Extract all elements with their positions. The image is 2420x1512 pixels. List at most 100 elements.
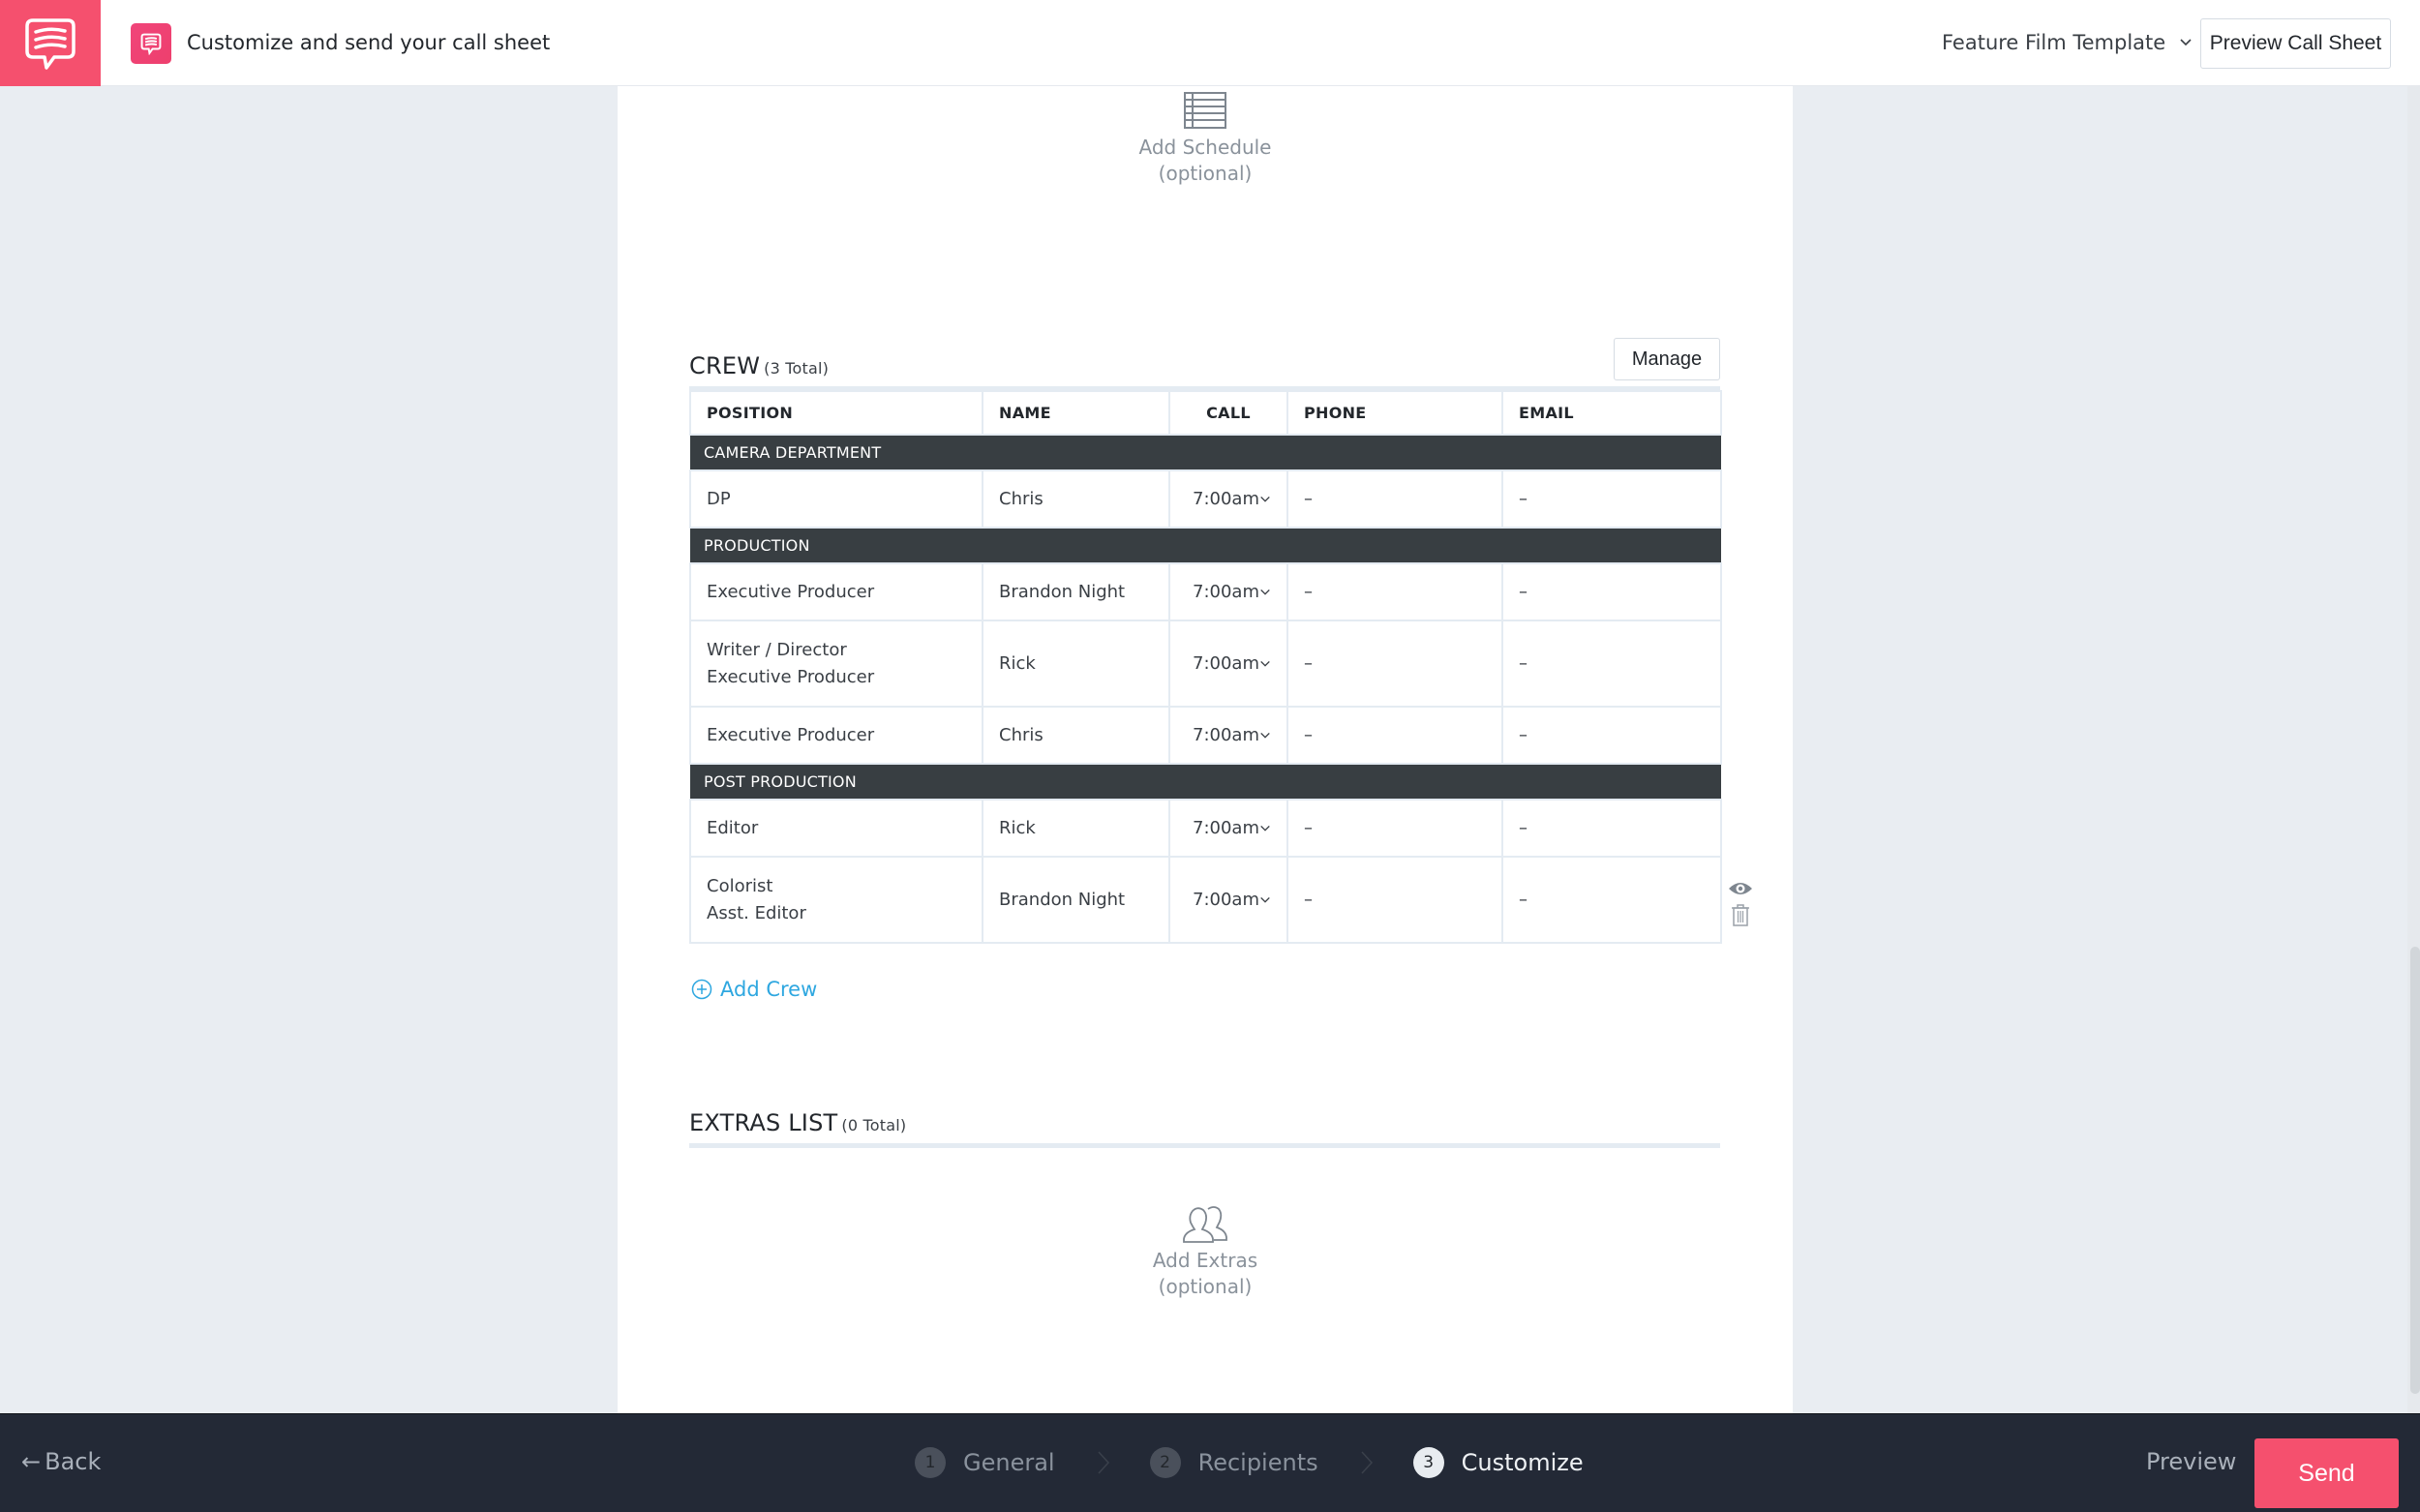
add-schedule-sub: (optional) bbox=[1158, 162, 1253, 185]
template-select-label: Feature Film Template bbox=[1942, 31, 2166, 54]
crew-row[interactable]: Colorist Asst. Editor Brandon Night 7:00am –… bbox=[689, 856, 1722, 944]
name-cell[interactable]: Brandon Night bbox=[982, 562, 1170, 621]
position-line: Executive Producer bbox=[707, 724, 875, 745]
plus-circle-icon bbox=[691, 979, 712, 1000]
phone-cell[interactable]: – bbox=[1286, 469, 1503, 529]
crew-count: (3 Total) bbox=[764, 359, 830, 378]
position-line: Writer / Director bbox=[707, 639, 847, 660]
phone-cell[interactable]: – bbox=[1286, 620, 1503, 708]
call-time-value: 7:00am bbox=[1193, 652, 1259, 674]
call-time-select[interactable]: 7:00am bbox=[1168, 562, 1288, 621]
scrollbar-thumb[interactable] bbox=[2410, 947, 2420, 1394]
extras-title: EXTRAS LIST bbox=[689, 1109, 838, 1136]
chevron-down-icon bbox=[1260, 589, 1270, 595]
page-title: Customize and send your call sheet bbox=[187, 31, 551, 54]
add-schedule-button[interactable]: Add Schedule (optional) bbox=[1113, 92, 1297, 187]
chevron-down-icon bbox=[1260, 660, 1270, 667]
name-cell[interactable]: Rick bbox=[982, 620, 1170, 708]
add-extras-button[interactable]: Add Extras (optional) bbox=[1113, 1205, 1297, 1300]
call-time-value: 7:00am bbox=[1193, 817, 1259, 838]
manage-crew-button[interactable]: Manage bbox=[1614, 338, 1720, 380]
position-line: Executive Producer bbox=[707, 666, 875, 687]
call-time-select[interactable]: 7:00am bbox=[1168, 706, 1288, 765]
name-cell[interactable]: Chris bbox=[982, 469, 1170, 529]
crew-table: POSITION NAME CALL PHONE EMAIL CAMERA DE… bbox=[689, 390, 1722, 944]
column-header-email: EMAIL bbox=[1501, 390, 1722, 436]
email-cell[interactable]: – bbox=[1501, 562, 1722, 621]
chevron-right-icon bbox=[1098, 1451, 1109, 1474]
chevron-down-icon bbox=[1260, 496, 1270, 502]
step-customize[interactable]: 3 Customize bbox=[1412, 1447, 1584, 1478]
phone-cell[interactable]: – bbox=[1286, 799, 1503, 858]
add-crew-button[interactable]: Add Crew bbox=[691, 978, 817, 1001]
phone-cell[interactable]: – bbox=[1286, 856, 1503, 944]
column-header-name: NAME bbox=[982, 390, 1170, 436]
call-time-select[interactable]: 7:00am bbox=[1168, 856, 1288, 944]
extras-count: (0 Total) bbox=[841, 1116, 907, 1134]
chat-bubble-icon bbox=[140, 33, 162, 55]
email-cell[interactable]: – bbox=[1501, 469, 1722, 529]
email-cell[interactable]: – bbox=[1501, 620, 1722, 708]
crew-section-title: CREW (3 Total) bbox=[689, 352, 829, 379]
column-header-phone: PHONE bbox=[1286, 390, 1503, 436]
call-time-select[interactable]: 7:00am bbox=[1168, 469, 1288, 529]
name-cell[interactable]: Chris bbox=[982, 706, 1170, 765]
call-time-select[interactable]: 7:00am bbox=[1168, 620, 1288, 708]
preview-call-sheet-button[interactable]: Preview Call Sheet bbox=[2200, 18, 2391, 69]
position-cell[interactable]: Writer / Director Executive Producer bbox=[689, 620, 983, 708]
add-extras-sub: (optional) bbox=[1158, 1275, 1253, 1298]
call-time-value: 7:00am bbox=[1193, 581, 1259, 602]
step-label: General bbox=[963, 1449, 1055, 1476]
call-time-value: 7:00am bbox=[1193, 724, 1259, 745]
step-label: Customize bbox=[1461, 1449, 1584, 1476]
schedule-table-icon bbox=[1184, 92, 1226, 129]
add-extras-label: Add Extras bbox=[1152, 1249, 1258, 1272]
phone-cell[interactable]: – bbox=[1286, 706, 1503, 765]
chevron-right-icon bbox=[1361, 1451, 1373, 1474]
chevron-down-icon bbox=[2180, 39, 2192, 46]
users-icon bbox=[1183, 1206, 1227, 1243]
email-cell[interactable]: – bbox=[1501, 799, 1722, 858]
back-button[interactable]: ← Back bbox=[21, 1448, 101, 1475]
step-number: 1 bbox=[915, 1447, 946, 1478]
department-header: CAMERA DEPARTMENT bbox=[690, 435, 1721, 470]
crew-row[interactable]: Editor Rick 7:00am – – bbox=[689, 799, 1722, 858]
name-cell[interactable]: Brandon Night bbox=[982, 856, 1170, 944]
email-cell[interactable]: – bbox=[1501, 856, 1722, 944]
department-name: PRODUCTION bbox=[690, 528, 1721, 563]
send-button[interactable]: Send bbox=[2254, 1438, 2399, 1508]
crew-row[interactable]: Executive Producer Brandon Night 7:00am – – bbox=[689, 562, 1722, 621]
phone-cell[interactable]: – bbox=[1286, 562, 1503, 621]
chevron-down-icon bbox=[1260, 825, 1270, 832]
row-actions bbox=[1728, 880, 1753, 926]
crew-title: CREW bbox=[689, 352, 761, 379]
position-cell[interactable]: DP bbox=[689, 469, 983, 529]
preview-button[interactable]: Preview bbox=[2146, 1448, 2236, 1475]
template-select[interactable]: Feature Film Template bbox=[1942, 27, 2193, 58]
chevron-down-icon bbox=[1260, 732, 1270, 739]
call-time-value: 7:00am bbox=[1193, 488, 1259, 509]
trash-icon[interactable] bbox=[1731, 903, 1750, 926]
column-header-position: POSITION bbox=[689, 390, 983, 436]
name-cell[interactable]: Rick bbox=[982, 799, 1170, 858]
call-time-select[interactable]: 7:00am bbox=[1168, 799, 1288, 858]
position-cell[interactable]: Executive Producer bbox=[689, 706, 983, 765]
position-line: Asst. Editor bbox=[707, 902, 806, 923]
brand-logo[interactable] bbox=[0, 0, 101, 86]
position-cell[interactable]: Editor bbox=[689, 799, 983, 858]
step-general[interactable]: 1 General bbox=[915, 1447, 1055, 1478]
add-crew-label: Add Crew bbox=[720, 978, 818, 1001]
position-cell[interactable]: Executive Producer bbox=[689, 562, 983, 621]
department-header: PRODUCTION bbox=[690, 528, 1721, 563]
top-bar: Customize and send your call sheet Featu… bbox=[0, 0, 2420, 86]
crew-row[interactable]: Executive Producer Chris 7:00am – – bbox=[689, 706, 1722, 765]
position-cell[interactable]: Colorist Asst. Editor bbox=[689, 856, 983, 944]
position-line: Editor bbox=[707, 817, 759, 838]
crew-row[interactable]: DP Chris 7:00am – – bbox=[689, 469, 1722, 529]
position-line: Executive Producer bbox=[707, 581, 875, 602]
email-cell[interactable]: – bbox=[1501, 706, 1722, 765]
crew-row[interactable]: Writer / Director Executive Producer Rick 7… bbox=[689, 620, 1722, 708]
step-recipients[interactable]: 2 Recipients bbox=[1149, 1447, 1318, 1478]
eye-icon[interactable] bbox=[1728, 880, 1753, 897]
app-icon bbox=[131, 23, 171, 64]
